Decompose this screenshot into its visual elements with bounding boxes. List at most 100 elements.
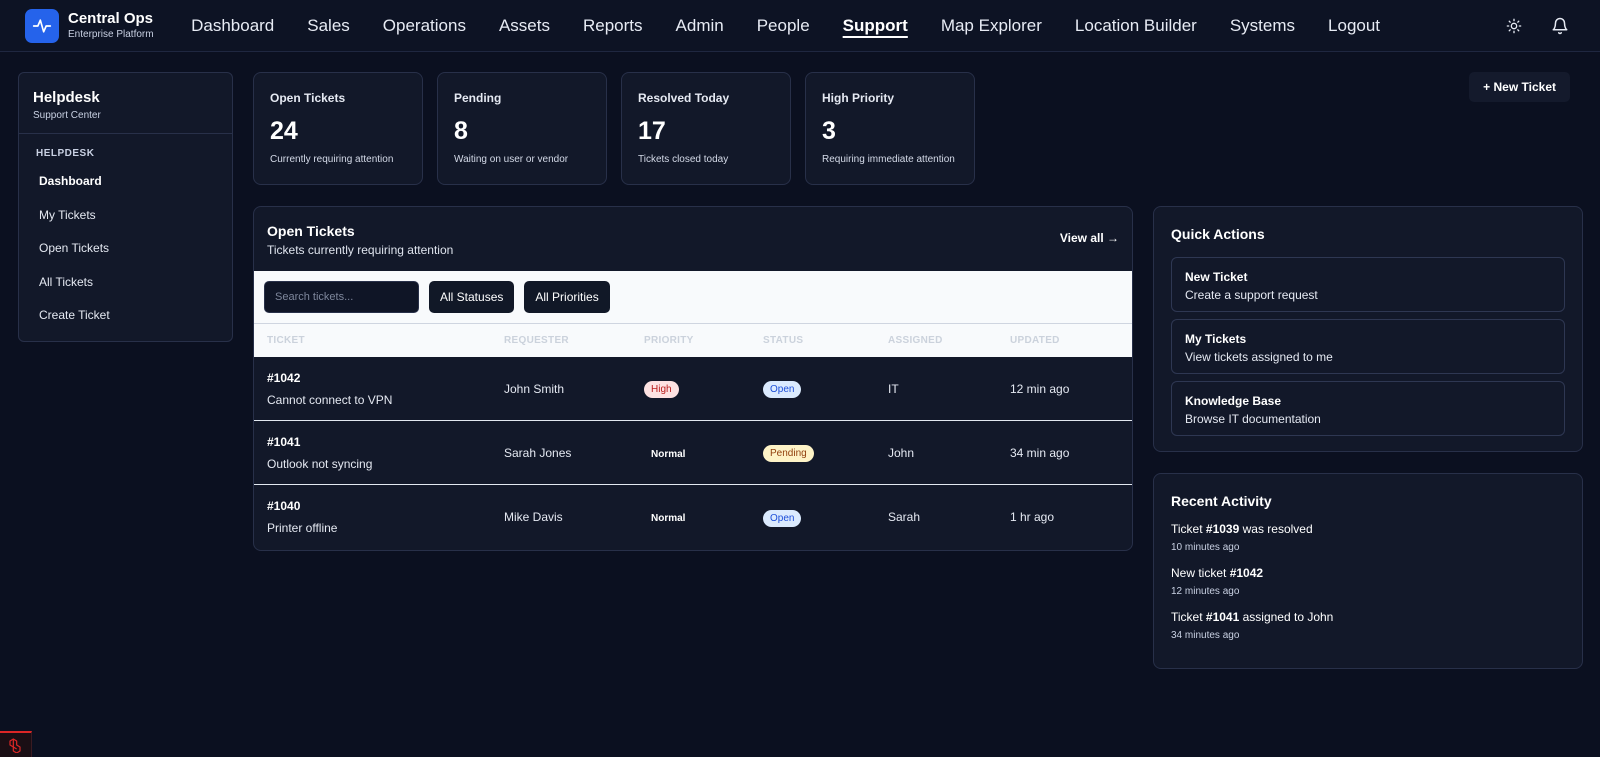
column-header-ticket[interactable]: TICKET [267,335,305,346]
table-row[interactable]: #1042 Cannot connect to VPN John Smith H… [254,357,1132,421]
nav-sales[interactable]: Sales [291,16,367,36]
ticket-assigned: Sarah [888,510,921,524]
quick-action-desc: Browse IT documentation [1185,412,1321,426]
quick-action-title: New Ticket [1185,270,1248,284]
sidebar-item-my-tickets[interactable]: My Tickets [19,199,232,233]
panel-title: Open Tickets [267,223,355,239]
sidebar-item-open-tickets[interactable]: Open Tickets [19,232,232,266]
stat-card-open: Open Tickets 24 Currently requiring atte… [253,72,423,185]
activity-text: Ticket #1041 assigned to John [1171,610,1334,624]
sidebar-title: Helpdesk [33,89,100,106]
panel-header: Open Tickets Tickets currently requiring… [254,207,1132,271]
ticket-id[interactable]: #1040 [267,499,337,513]
status-badge: Open [763,381,802,398]
sidebar: Helpdesk Support Center HELPDESK Dashboa… [18,72,233,342]
stat-value: 8 [454,117,468,145]
activity-item: Ticket #1041 assigned to John 34 minutes… [1171,610,1565,641]
quick-action-knowledge-base[interactable]: Knowledge Base Browse IT documentation [1171,381,1565,436]
nav-operations[interactable]: Operations [366,16,482,36]
nav-people[interactable]: People [740,16,826,36]
search-input[interactable] [264,281,419,313]
sidebar-subtitle: Support Center [33,110,101,121]
quick-action-title: My Tickets [1185,332,1247,346]
activity-item: New ticket #1042 12 minutes ago [1171,566,1565,597]
brand-subtitle: Enterprise Platform [68,29,154,41]
activity-item: Ticket #1039 was resolved 10 minutes ago [1171,522,1565,553]
activity-text: New ticket #1042 [1171,566,1264,580]
view-all-link[interactable]: View all → [1060,231,1119,245]
stat-desc: Currently requiring attention [270,154,394,165]
nav-logout[interactable]: Logout [1312,16,1397,36]
nav-assets[interactable]: Assets [482,16,566,36]
status-badge: Open [763,509,802,527]
ticket-updated: 12 min ago [1010,381,1070,396]
ticket-requester: John Smith [504,381,565,396]
quick-action-new-ticket[interactable]: New Ticket Create a support request [1171,257,1565,312]
column-header-updated[interactable]: UPDATED [1010,335,1060,346]
top-icons [1504,0,1570,52]
sidebar-item-all-tickets[interactable]: All Tickets [19,266,232,300]
nav-map-explorer[interactable]: Map Explorer [924,16,1058,36]
open-tickets-panel: Open Tickets Tickets currently requiring… [253,206,1133,551]
sun-icon[interactable] [1504,16,1524,36]
nav-support[interactable]: Support [826,16,924,36]
status-filter[interactable]: All Statuses [429,281,515,313]
filter-bar: All Statuses All Priorities [254,271,1132,323]
quick-actions-title: Quick Actions [1171,226,1265,242]
nav-reports[interactable]: Reports [567,16,660,36]
ticket-id[interactable]: #1042 [267,371,392,385]
nav-admin[interactable]: Admin [659,16,740,36]
ticket-updated: 1 hr ago [1010,510,1055,524]
sidebar-item-create-ticket[interactable]: Create Ticket [19,299,232,333]
bell-icon[interactable] [1550,16,1570,36]
ticket-requester: Mike Davis [504,510,563,524]
column-header-assigned[interactable]: ASSIGNED [888,335,943,346]
nav-dashboard[interactable]: Dashboard [175,16,291,36]
priority-filter[interactable]: All Priorities [524,281,610,313]
sidebar-section-label: HELPDESK [36,148,95,159]
quick-action-desc: Create a support request [1185,288,1318,302]
priority-label: Normal [651,513,686,524]
table-row[interactable]: #1041 Outlook not syncing Sarah Jones No… [254,421,1132,485]
table-row[interactable]: #1040 Printer offline Mike Davis Normal … [254,485,1132,549]
activity-time: 12 minutes ago [1171,586,1240,597]
nav-location-builder[interactable]: Location Builder [1058,16,1213,36]
sidebar-item-dashboard[interactable]: Dashboard [19,165,232,199]
stat-card-resolved: Resolved Today 17 Tickets closed today [621,72,791,185]
quick-action-desc: View tickets assigned to me [1185,350,1333,364]
main-nav: Dashboard Sales Operations Assets Report… [175,16,1397,36]
pulse-icon [25,8,59,43]
nav-systems[interactable]: Systems [1213,16,1311,36]
stat-desc: Requiring immediate attention [822,154,955,165]
activity-ticket-link[interactable]: #1042 [1230,566,1263,580]
activity-time: 10 minutes ago [1171,542,1240,553]
activity-ticket-link[interactable]: #1041 [1206,610,1239,624]
stat-desc: Tickets closed today [638,154,729,165]
column-header-requester[interactable]: REQUESTER [504,335,569,346]
quick-action-title: Knowledge Base [1185,394,1282,408]
quick-action-my-tickets[interactable]: My Tickets View tickets assigned to me [1171,319,1565,374]
ticket-subject: Cannot connect to VPN [267,392,393,407]
debug-toolbar-icon[interactable] [0,731,32,757]
stat-value: 3 [822,117,836,145]
column-header-priority[interactable]: PRIORITY [644,335,694,346]
brand[interactable]: Central Ops Enterprise Platform [25,8,154,43]
column-header-status[interactable]: STATUS [763,335,803,346]
activity-ticket-link[interactable]: #1039 [1206,522,1239,536]
ticket-assigned: John [888,445,915,460]
table-header: TICKET REQUESTER PRIORITY STATUS ASSIGNE… [254,323,1132,357]
ticket-id[interactable]: #1041 [267,435,372,449]
priority-badge: High [644,381,679,398]
ticket-assigned: IT [888,381,899,396]
activity-time: 34 minutes ago [1171,630,1240,641]
stat-card-high-priority: High Priority 3 Requiring immediate atte… [805,72,975,185]
priority-label: Normal [651,448,686,460]
recent-activity-title: Recent Activity [1171,493,1272,509]
ticket-requester: Sarah Jones [504,445,572,460]
ticket-updated: 34 min ago [1010,445,1070,460]
brand-title: Central Ops [68,9,154,27]
new-ticket-button[interactable]: + New Ticket [1469,72,1570,102]
panel-subtitle: Tickets currently requiring attention [267,243,454,257]
ticket-subject: Printer offline [267,521,338,535]
stat-label: Resolved Today [638,91,730,105]
